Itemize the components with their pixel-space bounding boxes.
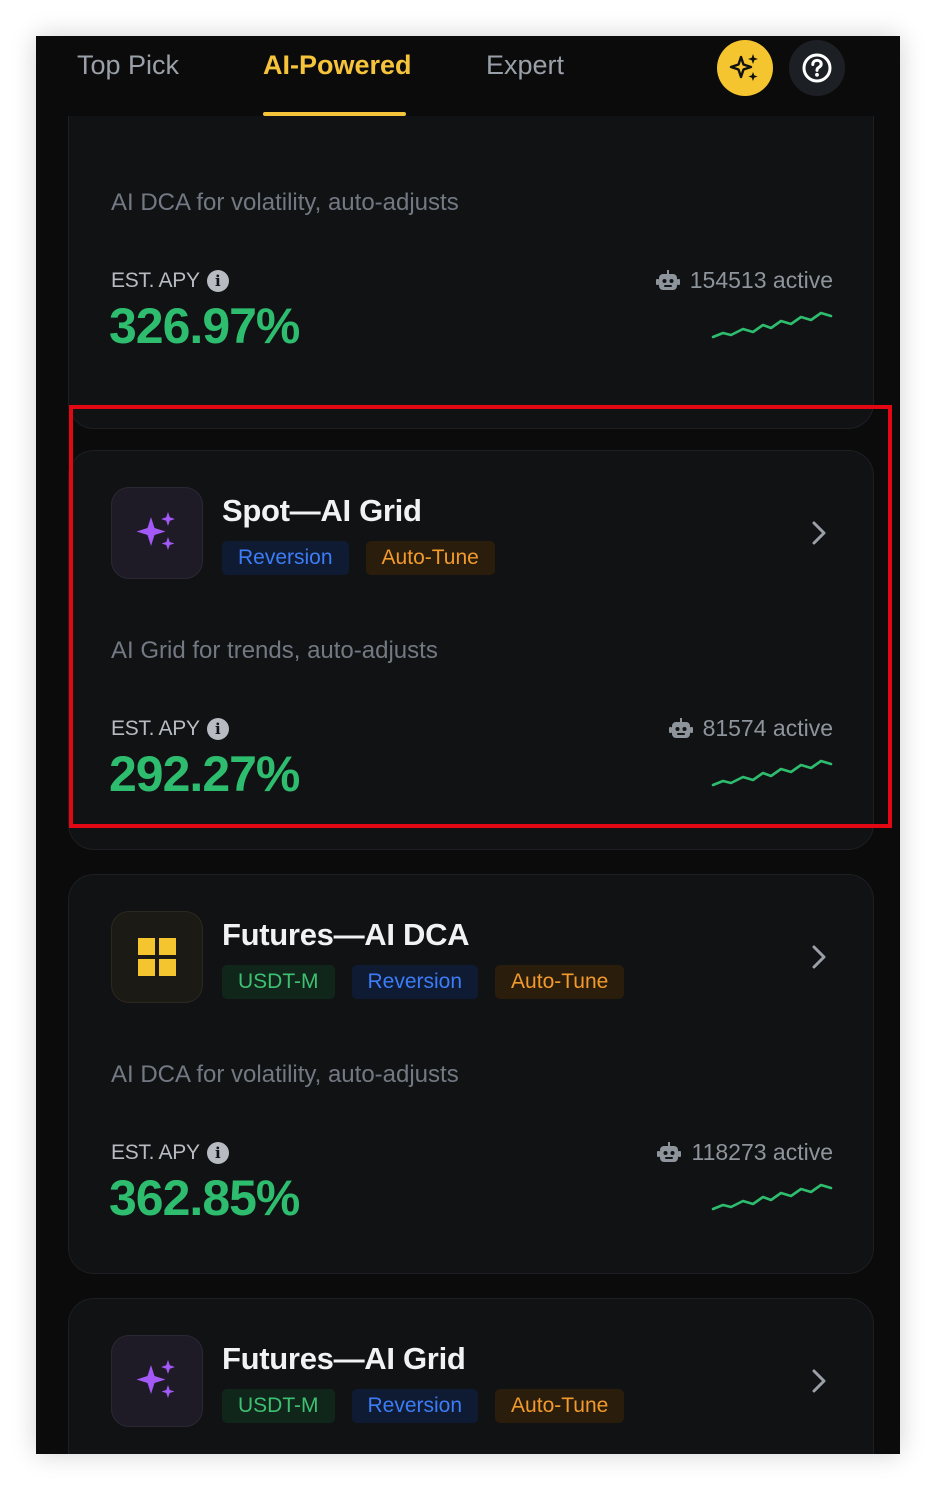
sparkle-icon — [136, 512, 175, 550]
tag-list: Reversion Auto-Tune — [222, 541, 495, 575]
app-screen: Top Pick AI-Powered Expert AI DCA for vo… — [36, 36, 900, 1454]
apy-label-text: EST. APY — [111, 269, 200, 292]
tab-ai-powered[interactable]: AI-Powered — [263, 50, 412, 81]
chevron-right-icon[interactable] — [807, 941, 831, 973]
apy-label: EST. APY i — [111, 717, 229, 741]
chevron-right-icon[interactable] — [807, 517, 831, 549]
card-title: Spot—AI Grid — [222, 493, 422, 528]
active-count: 154513 active — [655, 267, 833, 294]
info-icon[interactable]: i — [206, 1142, 229, 1164]
card-description: AI DCA for volatility, auto-adjusts — [111, 189, 459, 216]
tab-expert[interactable]: Expert — [486, 50, 564, 81]
tag-reversion: Reversion — [351, 1389, 479, 1423]
tag-auto-tune: Auto-Tune — [495, 965, 625, 999]
sparkle-icon — [136, 1360, 175, 1398]
active-count: 118273 active — [657, 1139, 833, 1166]
tag-usdt-m: USDT-M — [222, 1389, 335, 1423]
apy-value: 362.85% — [109, 1170, 300, 1226]
tab-bar: Top Pick AI-Powered Expert — [36, 36, 900, 116]
chevron-right-icon[interactable] — [807, 1365, 831, 1397]
strategy-card-futures-ai-dca[interactable]: Futures—AI DCA USDT-M Reversion Auto-Tun… — [68, 874, 874, 1274]
robot-icon — [655, 269, 680, 290]
info-icon[interactable]: i — [206, 270, 229, 292]
tag-reversion: Reversion — [351, 965, 479, 999]
strategy-list: AI DCA for volatility, auto-adjusts EST.… — [36, 56, 900, 1454]
card-description: AI DCA for volatility, auto-adjusts — [111, 1061, 459, 1088]
strategy-card-futures-ai-grid[interactable]: Futures—AI Grid USDT-M Reversion Auto-Tu… — [68, 1298, 874, 1454]
active-count-text: 154513 active — [689, 267, 833, 293]
card-title: Futures—AI Grid — [222, 1341, 466, 1376]
apy-label-text: EST. APY — [111, 1141, 200, 1164]
card-icon — [111, 487, 203, 579]
apy-sparkline — [711, 1183, 833, 1211]
apy-sparkline — [711, 311, 833, 339]
question-icon — [802, 53, 832, 83]
grid-icon — [138, 938, 176, 976]
robot-icon — [657, 1141, 682, 1162]
tag-list: USDT-M Reversion Auto-Tune — [222, 1389, 625, 1423]
card-icon — [111, 1335, 203, 1427]
tag-auto-tune: Auto-Tune — [495, 1389, 625, 1423]
apy-sparkline — [711, 759, 833, 787]
active-tab-indicator — [263, 112, 406, 116]
apy-value: 326.97% — [109, 298, 300, 354]
apy-label: EST. APY i — [111, 1141, 229, 1165]
tag-list: USDT-M Reversion Auto-Tune — [222, 965, 625, 999]
info-icon[interactable]: i — [206, 718, 229, 740]
robot-icon — [668, 717, 693, 738]
card-description: AI Grid for trends, auto-adjusts — [111, 637, 438, 664]
card-title: Futures—AI DCA — [222, 917, 470, 952]
apy-label-text: EST. APY — [111, 717, 200, 740]
strategy-card-spot-ai-grid[interactable]: Spot—AI Grid Reversion Auto-Tune AI Grid… — [68, 450, 874, 850]
apy-label: EST. APY i — [111, 269, 229, 293]
ai-assistant-button[interactable] — [717, 40, 773, 96]
active-count-text: 81574 active — [702, 715, 833, 741]
sparkle-icon — [729, 54, 758, 81]
active-count-text: 118273 active — [691, 1139, 833, 1165]
tag-reversion: Reversion — [222, 541, 349, 575]
help-button[interactable] — [789, 40, 845, 96]
active-count: 81574 active — [668, 715, 833, 742]
apy-value: 292.27% — [109, 746, 300, 802]
tab-top-pick[interactable]: Top Pick — [77, 50, 179, 81]
tag-auto-tune: Auto-Tune — [365, 541, 495, 575]
tag-usdt-m: USDT-M — [222, 965, 335, 999]
card-icon — [111, 911, 203, 1003]
